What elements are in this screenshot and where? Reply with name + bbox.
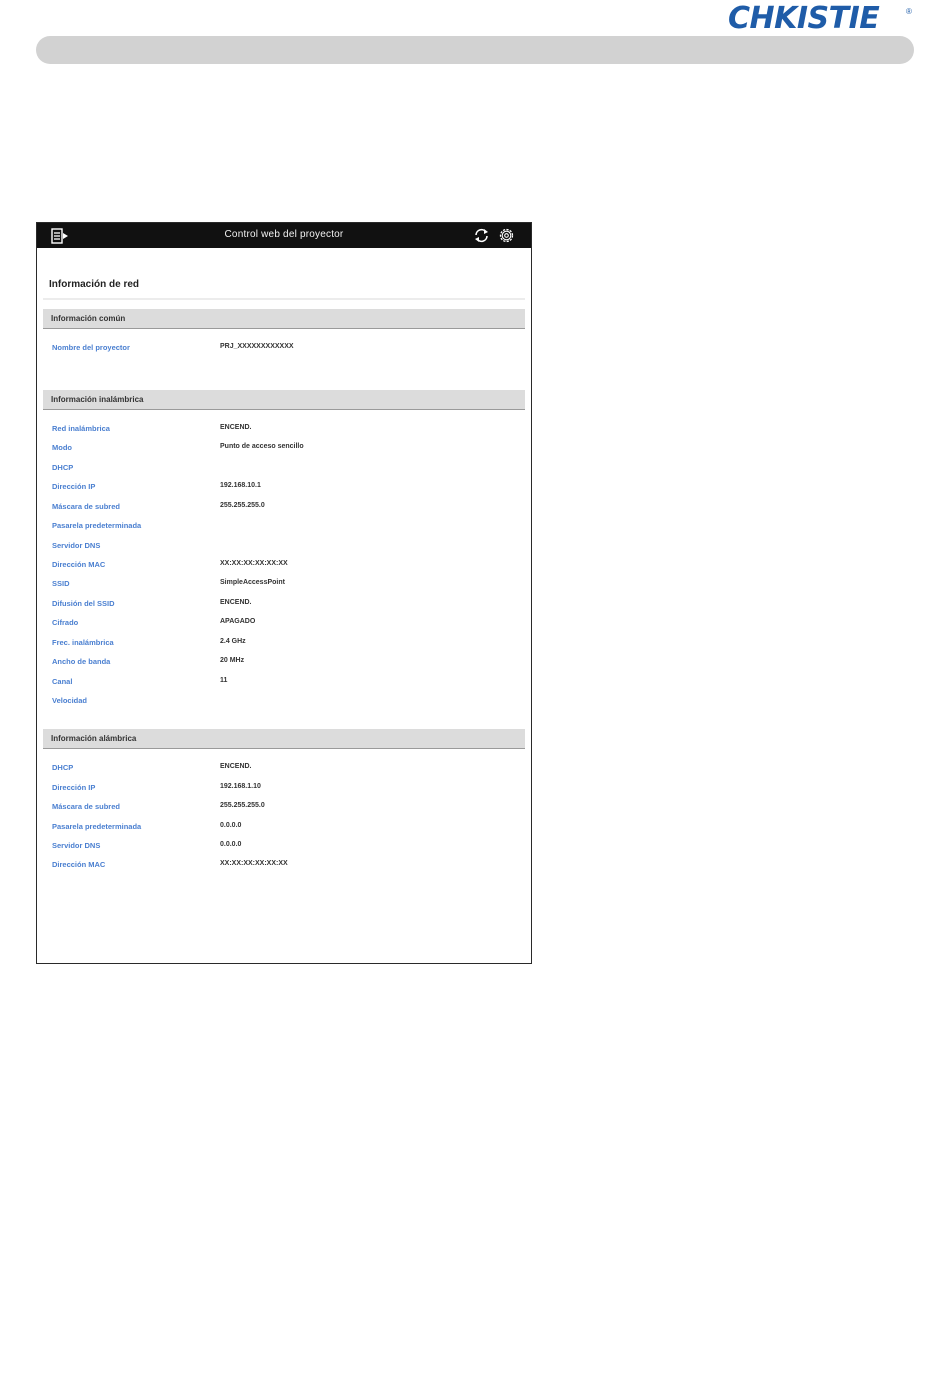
info-value: 192.168.1.10 xyxy=(220,783,261,790)
info-label: Cifrado xyxy=(52,618,79,627)
info-label: Máscara de subred xyxy=(52,802,120,811)
info-value: 255.255.255.0 xyxy=(220,802,265,809)
info-value: XX:XX:XX:XX:XX:XX xyxy=(220,560,288,567)
info-row: Pasarela predeterminada 0.0.0.0 xyxy=(52,822,522,836)
info-label: Pasarela predeterminada xyxy=(52,822,142,831)
info-row: Frec. inalámbrica 2.4 GHz xyxy=(52,638,522,652)
info-row: Servidor DNS 0.0.0.0 xyxy=(52,841,522,855)
info-value: PRJ_XXXXXXXXXXXX xyxy=(220,343,294,350)
christie-logo: CHKISTIE ® xyxy=(728,1,918,37)
info-label: Ancho de banda xyxy=(52,657,111,666)
info-label: Dirección IP xyxy=(52,783,96,792)
info-label: DHCP xyxy=(52,463,74,472)
info-label: Difusión del SSID xyxy=(52,599,115,608)
section-title: Información alámbrica xyxy=(51,734,137,743)
info-label: Dirección MAC xyxy=(52,560,106,569)
logo-text: CHKISTIE xyxy=(728,1,880,36)
info-label: Dirección IP xyxy=(52,482,96,491)
section-header-common: Información común xyxy=(43,309,525,329)
info-row: Servidor DNS xyxy=(52,541,522,555)
info-row: Red inalámbrica ENCEND. xyxy=(52,424,522,438)
info-row: Dirección MAC XX:XX:XX:XX:XX:XX xyxy=(52,860,522,874)
info-value: 20 MHz xyxy=(220,657,245,664)
section-title: Información común xyxy=(51,314,126,323)
top-bar: Control web del proyector xyxy=(37,223,531,248)
info-value: 192.168.10.1 xyxy=(220,482,261,489)
info-label: Canal xyxy=(52,677,73,686)
web-control-window: Control web del proyector Información de… xyxy=(36,222,532,964)
info-label: Pasarela predeterminada xyxy=(52,521,142,530)
info-row: Canal 11 xyxy=(52,677,522,691)
info-value: APAGADO xyxy=(220,618,256,625)
info-value: 0.0.0.0 xyxy=(220,822,242,829)
section-header-wired: Información alámbrica xyxy=(43,729,525,749)
info-row: Pasarela predeterminada xyxy=(52,521,522,535)
info-row: Dirección IP 192.168.1.10 xyxy=(52,783,522,797)
info-value: ENCEND. xyxy=(220,763,252,770)
info-value: 255.255.255.0 xyxy=(220,502,265,509)
info-label: Dirección MAC xyxy=(52,860,106,869)
info-value: ENCEND. xyxy=(220,599,252,606)
section-header-wireless: Información inalámbrica xyxy=(43,390,525,410)
info-value: 11 xyxy=(220,677,228,684)
info-label: DHCP xyxy=(52,763,74,772)
info-row: Difusión del SSID ENCEND. xyxy=(52,599,522,613)
info-row: DHCP xyxy=(52,463,522,477)
info-row: Cifrado APAGADO xyxy=(52,618,522,632)
info-row: SSID SimpleAccessPoint xyxy=(52,579,522,593)
info-value: Punto de acceso sencillo xyxy=(220,443,304,450)
info-row: Ancho de banda 20 MHz xyxy=(52,657,522,671)
info-row: Dirección IP 192.168.10.1 xyxy=(52,482,522,496)
info-value: 2.4 GHz xyxy=(220,638,246,645)
gear-icon[interactable] xyxy=(498,227,515,244)
info-label: Modo xyxy=(52,443,72,452)
app-title: Control web del proyector xyxy=(224,229,344,240)
info-label: SSID xyxy=(52,579,70,588)
info-row: Máscara de subred 255.255.255.0 xyxy=(52,802,522,816)
info-label: Velocidad xyxy=(52,696,88,705)
info-row: Dirección MAC XX:XX:XX:XX:XX:XX xyxy=(52,560,522,574)
info-label: Servidor DNS xyxy=(52,841,101,850)
info-label: Red inalámbrica xyxy=(52,424,110,433)
info-value: ENCEND. xyxy=(220,424,252,431)
info-row: Modo Punto de acceso sencillo xyxy=(52,443,522,457)
info-label: Nombre del proyector xyxy=(52,343,130,352)
info-row: Velocidad xyxy=(52,696,522,710)
info-label: Servidor DNS xyxy=(52,541,101,550)
info-value: SimpleAccessPoint xyxy=(220,579,285,586)
registered-mark: ® xyxy=(906,7,912,16)
refresh-icon[interactable] xyxy=(473,227,490,244)
info-value: 0.0.0.0 xyxy=(220,841,242,848)
divider xyxy=(43,298,525,300)
info-label: Frec. inalámbrica xyxy=(52,638,114,647)
info-value: XX:XX:XX:XX:XX:XX xyxy=(220,860,288,867)
page-header-bar xyxy=(36,36,914,64)
page-title: Información de red xyxy=(49,279,140,290)
info-row: DHCP ENCEND. xyxy=(52,763,522,777)
info-row: Nombre del proyector PRJ_XXXXXXXXXXXX xyxy=(52,343,522,357)
info-row: Máscara de subred 255.255.255.0 xyxy=(52,502,522,516)
section-title: Información inalámbrica xyxy=(51,395,144,404)
info-label: Máscara de subred xyxy=(52,502,120,511)
